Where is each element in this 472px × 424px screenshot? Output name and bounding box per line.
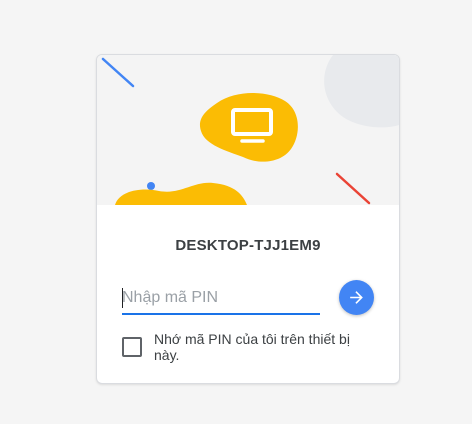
hero-graphic bbox=[101, 55, 399, 205]
host-name: DESKTOP-TJJ1EM9 bbox=[175, 237, 321, 254]
arrow-right-icon bbox=[350, 291, 363, 304]
blue-dot-shape bbox=[147, 182, 155, 190]
blue-line-shape bbox=[101, 57, 135, 88]
hero-illustration bbox=[97, 55, 399, 205]
remember-pin-row[interactable]: Nhớ mã PIN của tôi trên thiết bị này. bbox=[122, 331, 382, 371]
page: DESKTOP-TJJ1EM9 Nhớ mã PIN của tôi trên … bbox=[0, 0, 472, 424]
red-line-shape bbox=[335, 172, 371, 205]
pin-input[interactable] bbox=[122, 285, 320, 315]
pin-dialog-card: DESKTOP-TJJ1EM9 Nhớ mã PIN của tôi trên … bbox=[96, 54, 400, 384]
remember-pin-label[interactable]: Nhớ mã PIN của tôi trên thiết bị này. bbox=[154, 331, 374, 363]
submit-pin-button[interactable] bbox=[339, 280, 374, 315]
yellow-bottom-blob-shape bbox=[115, 182, 247, 205]
text-caret bbox=[122, 288, 123, 308]
grey-blob-shape bbox=[324, 55, 399, 128]
remember-pin-checkbox[interactable] bbox=[122, 337, 142, 357]
yellow-monitor-blob-shape bbox=[199, 93, 298, 162]
